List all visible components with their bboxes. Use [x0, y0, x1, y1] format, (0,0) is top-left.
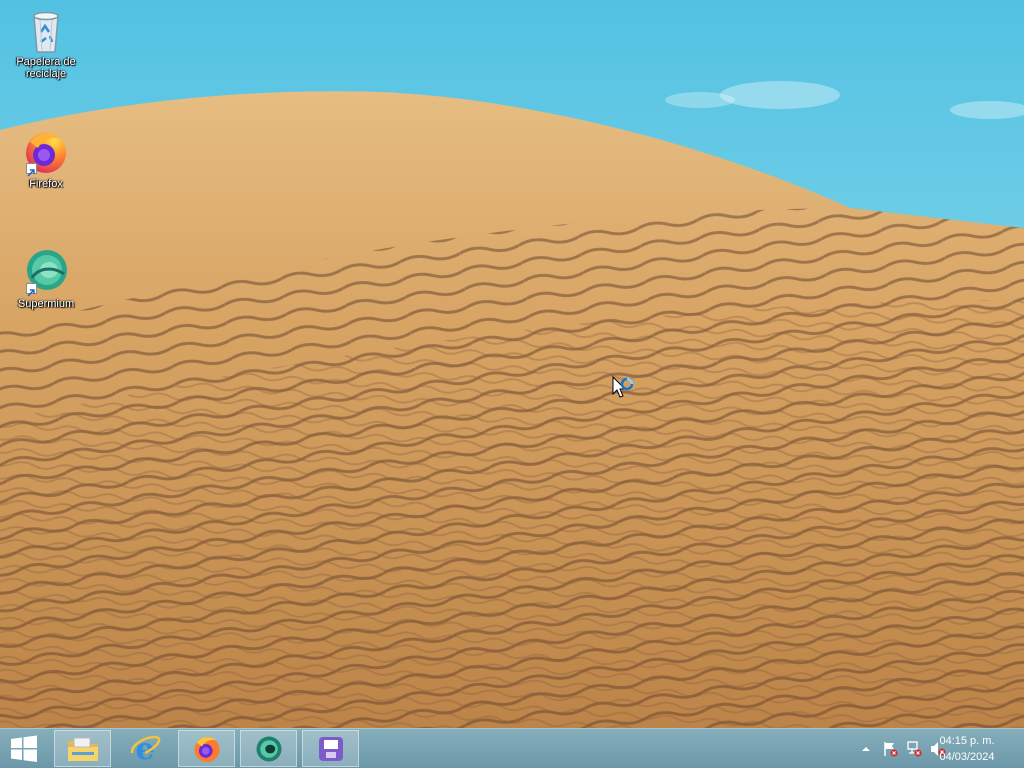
shortcut-arrow-icon [26, 283, 37, 297]
desktop-icon-firefox[interactable]: Firefox [8, 128, 84, 190]
shortcut-arrow-icon [26, 163, 37, 177]
taskbar-supermium-button[interactable] [240, 730, 297, 767]
taskbar-clock[interactable]: 04:15 p. m. 04/03/2024 [932, 733, 1002, 765]
firefox-icon [194, 736, 219, 762]
firefox-icon [22, 128, 70, 177]
system-tray: 04:15 p. m. 04/03/2024 [824, 729, 1024, 768]
desktop-icon-label: Firefox [29, 178, 63, 190]
desert-dune-wallpaper [0, 0, 1024, 728]
internet-explorer-icon: e [130, 733, 160, 765]
taskbar: e 04:15 p. m. 04/03/2024 [0, 728, 1024, 768]
file-explorer-icon [67, 737, 98, 761]
supermium-icon [22, 248, 70, 297]
taskbar-floppy-disk-app-button[interactable] [302, 730, 359, 767]
busy-pointer-cursor-icon [612, 376, 634, 398]
desktop-icon-recycle-bin[interactable]: Papelera de reciclaje [8, 6, 84, 80]
recycle-bin-icon [22, 6, 70, 54]
clock-time: 04:15 p. m. [939, 735, 995, 747]
desktop-icon-supermium[interactable]: Supermium [8, 248, 84, 310]
show-hidden-icons-chevron[interactable] [858, 741, 874, 757]
taskbar-firefox-button[interactable] [178, 730, 235, 767]
floppy-disk-app-icon [318, 736, 343, 761]
action-center-flag-icon[interactable] [882, 741, 898, 757]
taskbar-file-explorer-button[interactable] [54, 730, 111, 767]
clock-date: 04/03/2024 [939, 751, 995, 763]
desktop[interactable]: Papelera de reciclaje Firefox Supermium [0, 0, 1024, 728]
desktop-icon-label: Papelera de reciclaje [16, 56, 76, 80]
supermium-icon [256, 736, 281, 761]
windows-logo-icon [11, 735, 37, 762]
network-icon[interactable] [906, 741, 922, 757]
start-button[interactable] [0, 729, 48, 768]
desktop-icon-label: Supermium [17, 298, 75, 310]
taskbar-internet-explorer-button[interactable]: e [116, 730, 173, 767]
